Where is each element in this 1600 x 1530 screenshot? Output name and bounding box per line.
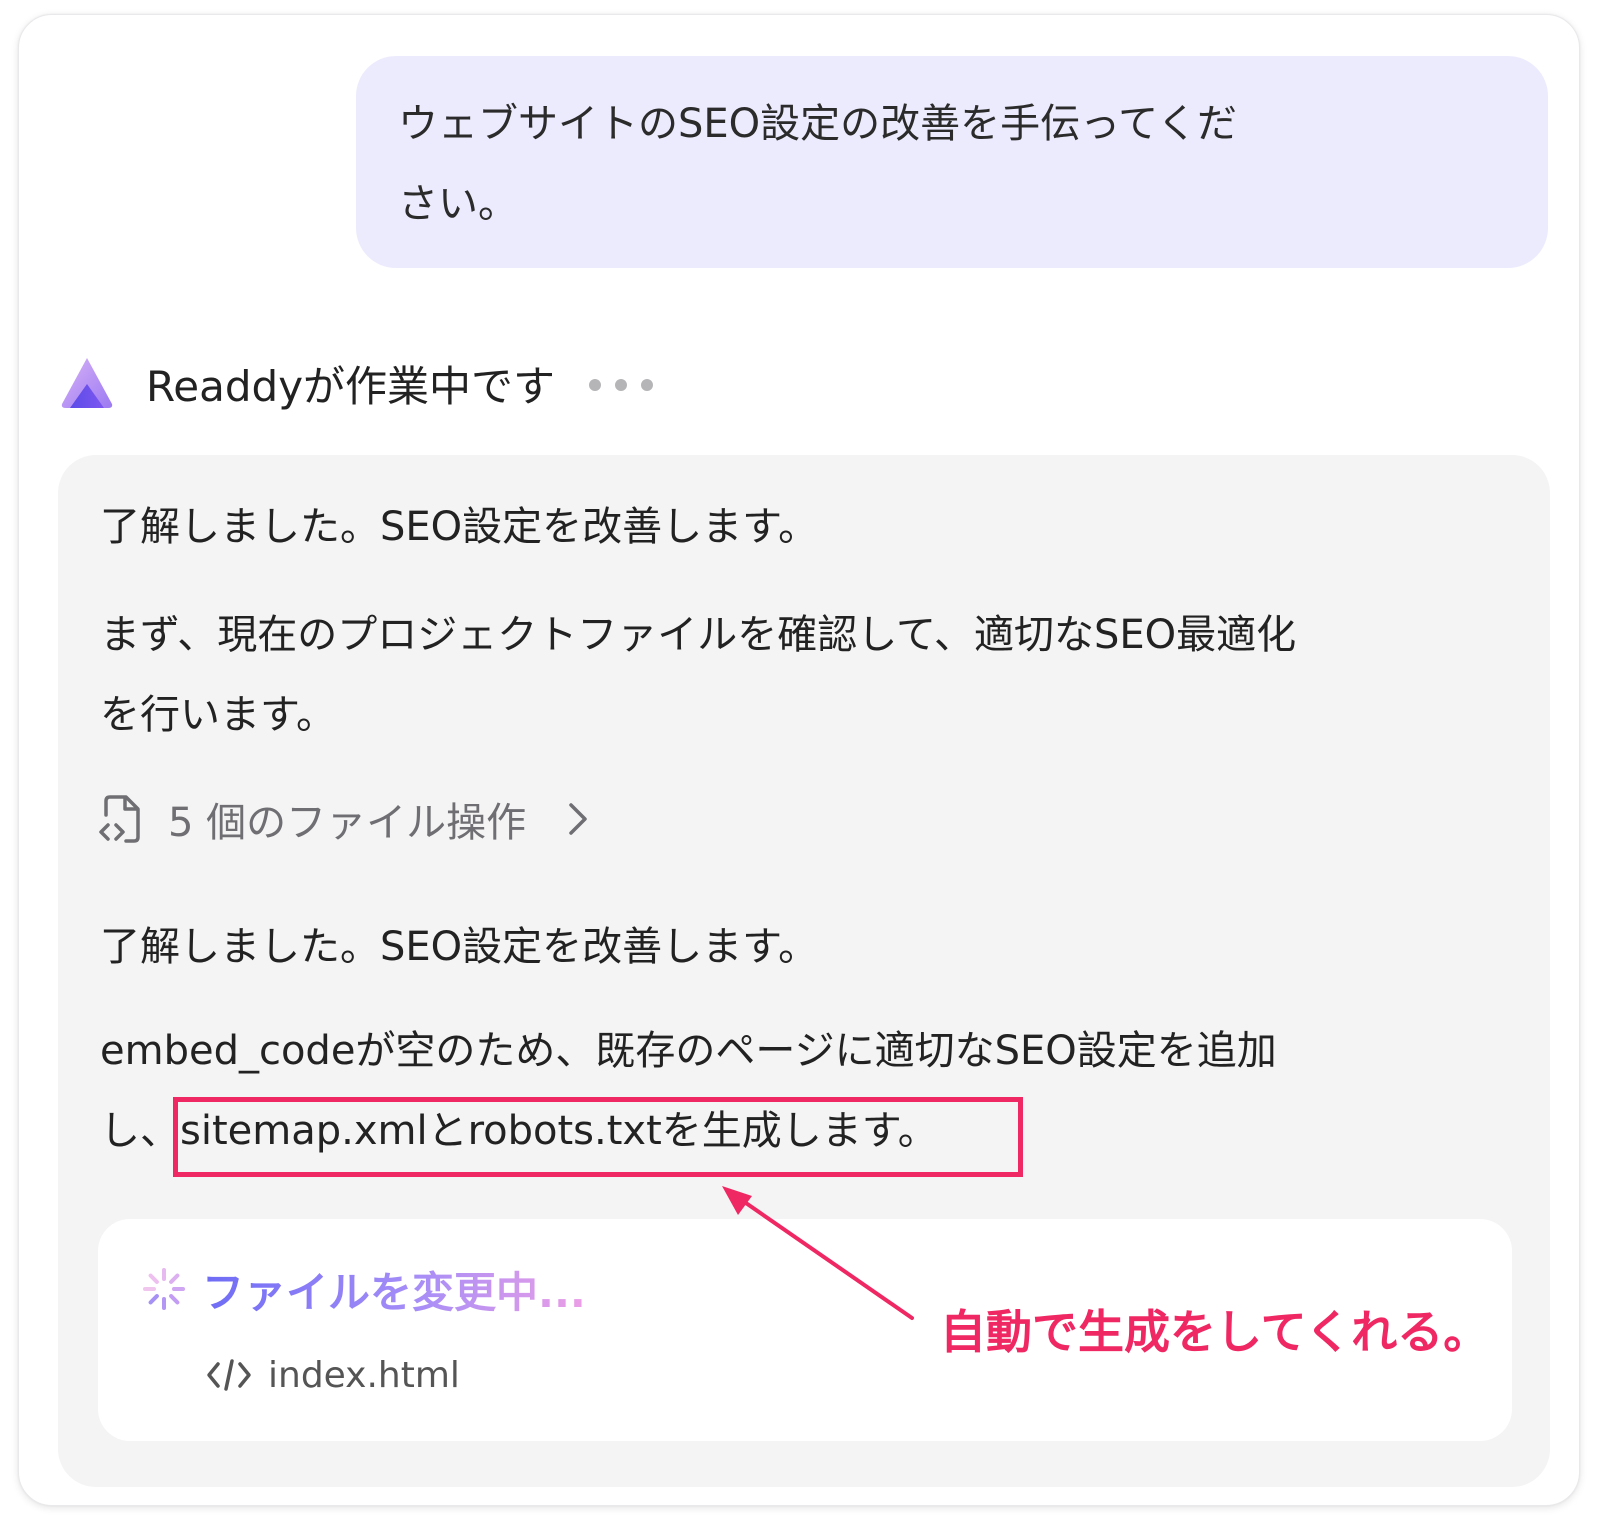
file-operations-label: 5 個のファイル操作 (168, 800, 527, 846)
response-paragraph-2-line-2: を行います。 (100, 692, 336, 738)
file-operations-toggle[interactable]: 5 個のファイル操作 (98, 791, 590, 847)
typing-dots-icon (589, 379, 654, 391)
assistant-status: Readdyが作業中です (58, 348, 654, 418)
readdy-logo-icon (61, 358, 113, 408)
modifying-status-text: ファイルを変更中... (202, 1259, 586, 1320)
status-text: Readdyが作業中です (146, 361, 556, 411)
line-prefix: し、 (100, 1108, 180, 1154)
response-paragraph-3: 了解しました。SEO設定を改善します。 (100, 924, 819, 970)
modified-file-entry[interactable]: index.html (206, 1347, 460, 1403)
dot (641, 379, 654, 391)
response-paragraph-2: まず、現在のプロジェクトファイルを確認して、適切なSEO最適化 を行います。 (100, 595, 1296, 755)
modifying-status: ファイルを変更中... (142, 1261, 586, 1317)
user-message-line-1: ウェブサイトのSEO設定の改善を手伝ってくだ (398, 101, 1237, 147)
annotation-highlight-box (173, 1097, 1023, 1177)
loading-spinner-icon (143, 1268, 185, 1310)
chevron-right-icon (569, 803, 587, 835)
code-icon (207, 1359, 251, 1391)
code-file-icon (99, 795, 140, 843)
dot (589, 379, 602, 391)
response-paragraph-4-line-1: embed_codeが空のため、既存のページに適切なSEO設定を追加 (100, 1028, 1277, 1074)
annotation-label: 自動で生成をしてくれる。 (940, 1305, 1490, 1359)
response-paragraph-2-line-1: まず、現在のプロジェクトファイルを確認して、適切なSEO最適化 (100, 612, 1297, 658)
dot (615, 379, 628, 391)
modified-file-name: index.html (268, 1354, 460, 1396)
user-message-line-2: さい。 (398, 181, 518, 227)
user-message-bubble: ウェブサイトのSEO設定の改善を手伝ってくだ さい。 (356, 56, 1548, 268)
response-paragraph-1: 了解しました。SEO設定を改善します。 (100, 504, 819, 550)
